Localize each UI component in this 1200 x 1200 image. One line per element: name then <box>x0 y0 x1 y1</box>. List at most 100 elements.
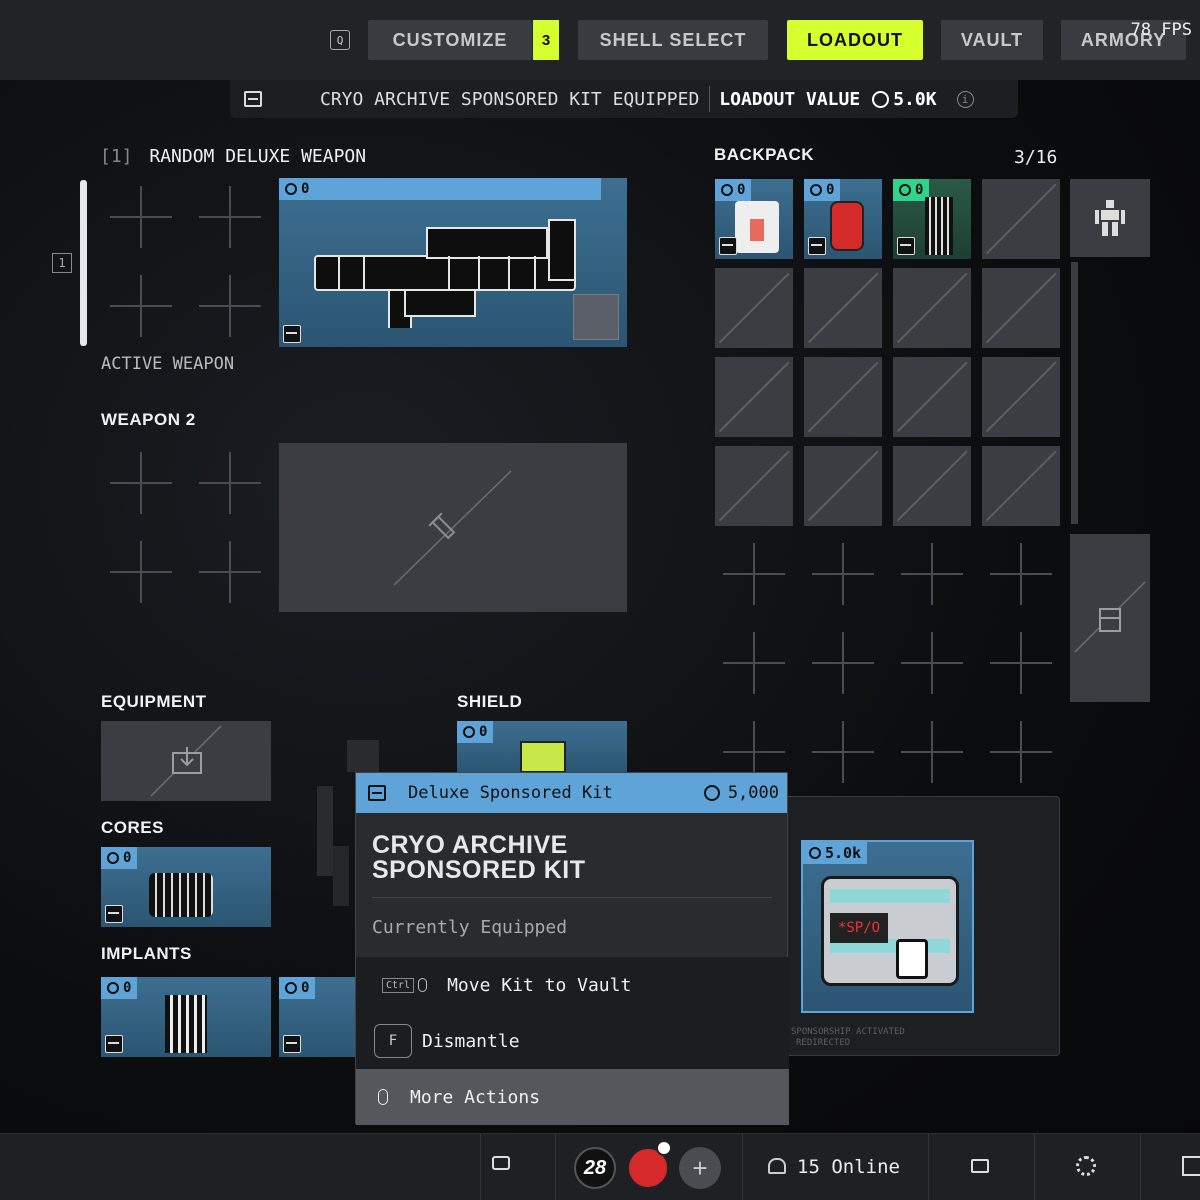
locked-backpack-slot <box>723 543 785 605</box>
divider <box>742 1134 743 1200</box>
shield-image <box>520 741 566 773</box>
equipment-slot[interactable] <box>101 721 271 801</box>
kit-footer-line2: REDIRECTED <box>796 1038 851 1048</box>
armor-slot[interactable] <box>1070 179 1150 257</box>
locked-backpack-slot <box>812 543 874 605</box>
weapon1-mod-slot[interactable] <box>110 275 172 337</box>
implant-slot[interactable]: 0 <box>101 977 271 1057</box>
weapon1-mod-slot[interactable] <box>199 186 261 248</box>
implant-value-badge: 0 <box>101 977 138 999</box>
core-value-badge: 0 <box>101 847 138 869</box>
chat-icon[interactable] <box>492 1156 510 1170</box>
backpack-empty-slot[interactable] <box>804 357 882 437</box>
locked-backpack-slot <box>901 543 963 605</box>
tab-vault[interactable]: VAULT <box>941 20 1043 60</box>
empty-weapon-icon <box>393 470 512 586</box>
hand-icon <box>896 939 928 979</box>
player-level-badge[interactable]: 28 <box>574 1147 616 1189</box>
backpack-item-slot[interactable]: 0 <box>893 179 971 259</box>
backpack-empty-slot[interactable] <box>804 268 882 348</box>
consumable-image <box>735 201 779 253</box>
active-weapon-label: ACTIVE WEAPON <box>101 354 235 374</box>
bottom-bar: 28 + 15 Online <box>0 1133 1200 1200</box>
item-value-badge: 0 <box>715 179 752 201</box>
backpack-empty-slot[interactable] <box>715 268 793 348</box>
backpack-empty-slot[interactable] <box>982 357 1060 437</box>
tab-customize[interactable]: CUSTOMIZE <box>368 20 532 60</box>
weapon2-mod-slot[interactable] <box>110 452 172 514</box>
backpack-empty-slot[interactable] <box>715 357 793 437</box>
implant-slot[interactable]: 0 <box>279 977 355 1057</box>
backpack-empty-slot[interactable] <box>982 268 1060 348</box>
backpack-empty-slot[interactable] <box>893 268 971 348</box>
currency-icon <box>872 90 890 108</box>
weapon-scrollbar[interactable] <box>80 180 87 346</box>
bag-icon <box>1074 581 1146 653</box>
canister-image <box>830 201 864 251</box>
info-icon[interactable]: i <box>956 90 974 108</box>
locked-backpack-slot <box>990 543 1052 605</box>
kit-footer: SPONSORSHIP ACTIVATED REDIRECTED <box>791 1027 905 1049</box>
weapon1-slot[interactable]: 0 <box>279 178 627 347</box>
backpack-empty-slot[interactable] <box>982 446 1060 526</box>
backpack-empty-slot[interactable] <box>893 446 971 526</box>
weapon2-mod-slot[interactable] <box>199 452 261 514</box>
decor-block <box>317 786 333 876</box>
decor-block <box>333 846 349 906</box>
more-actions-action[interactable]: More Actions <box>356 1069 789 1125</box>
backpack-bag-slot[interactable] <box>1070 534 1150 702</box>
currency-icon <box>899 184 911 196</box>
tab-loadout[interactable]: LOADOUT <box>787 20 923 60</box>
backpack-item-slot[interactable]: 0 <box>804 179 882 259</box>
equipment-empty-icon <box>150 725 222 797</box>
popup-category: Deluxe Sponsored Kit <box>408 783 613 803</box>
locked-backpack-slot <box>812 721 874 783</box>
kit-value: 5.0k <box>825 844 862 862</box>
kit-icon <box>368 785 386 801</box>
currency-icon <box>810 184 822 196</box>
currency-icon <box>703 785 720 801</box>
backpack-empty-slot[interactable] <box>715 446 793 526</box>
backpack-empty-slot[interactable] <box>982 179 1060 259</box>
settings-gear-icon[interactable] <box>1076 1156 1096 1176</box>
dismantle-action[interactable]: F Dismantle <box>356 1013 789 1069</box>
kit-preview-tile[interactable]: 5.0k *SP/O <box>801 840 974 1013</box>
currency-icon <box>809 847 821 859</box>
dismantle-label: Dismantle <box>422 1030 520 1052</box>
backpack-empty-slot[interactable] <box>804 446 882 526</box>
locked-backpack-slot <box>990 721 1052 783</box>
backpack-empty-slot[interactable] <box>893 357 971 437</box>
shield-slot[interactable]: 0 <box>457 721 627 773</box>
weapon2-mod-slot[interactable] <box>110 541 172 603</box>
currency-icon <box>285 982 297 994</box>
weapon1-mod-slot[interactable] <box>199 275 261 337</box>
backpack-count: 3/16 <box>1014 147 1058 168</box>
tab-shell-select[interactable]: SHELL SELECT <box>578 20 768 60</box>
backpack-item-slot[interactable]: 0 <box>715 179 793 259</box>
popup-title: CRYO ARCHIVE SPONSORED KIT <box>372 833 585 883</box>
popup-status: Currently Equipped <box>372 917 568 938</box>
kit-value-badge: 5.0k <box>803 842 868 864</box>
implant-value: 0 <box>123 980 132 996</box>
top-nav-bar: Q CUSTOMIZE 3 SHELL SELECT LOADOUT VAULT… <box>0 0 1200 80</box>
add-party-button[interactable]: + <box>679 1147 721 1189</box>
armor-icon <box>1095 200 1125 236</box>
locked-backpack-slot <box>812 632 874 694</box>
move-to-vault-action[interactable]: Ctrl Move Kit to Vault <box>356 957 789 1013</box>
help-icon[interactable] <box>1182 1156 1200 1176</box>
weapon1-mod-slot[interactable] <box>110 186 172 248</box>
attachment-slot[interactable] <box>573 294 619 340</box>
locked-backpack-slot <box>901 721 963 783</box>
weapon2-mod-slot[interactable] <box>199 541 261 603</box>
backpack-scrollbar[interactable] <box>1071 262 1078 524</box>
kit-status-text: CRYO ARCHIVE SPONSORED KIT EQUIPPED <box>320 88 700 110</box>
microphone-icon <box>656 1140 672 1156</box>
item-context-popup: Deluxe Sponsored Kit 5,000 CRYO ARCHIVE … <box>355 772 789 1125</box>
online-count[interactable]: 15 Online <box>797 1156 900 1178</box>
fps-counter: 78 FPS <box>1130 20 1192 40</box>
weapon2-slot[interactable] <box>279 443 627 612</box>
divider <box>1034 1134 1035 1200</box>
popup-title-line2: SPONSORED KIT <box>372 856 586 884</box>
core-slot[interactable]: 0 <box>101 847 271 927</box>
mail-icon[interactable] <box>971 1159 989 1173</box>
